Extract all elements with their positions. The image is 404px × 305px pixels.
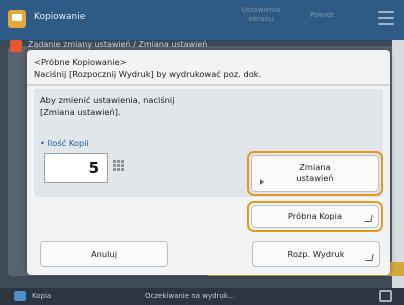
- background-header-text: Żądanie zmiany ustawień / Zmiana ustawie…: [28, 40, 208, 49]
- warning-icon: [10, 40, 22, 52]
- dialog-title-line-1: <Próbne Kopiowanie>: [34, 57, 127, 67]
- dialog-separator: [27, 84, 390, 86]
- corner-icon: [365, 254, 374, 261]
- back-button[interactable]: Powrót: [302, 11, 342, 20]
- start-print-label: Rozp. Wydruk: [287, 249, 345, 259]
- copy-status-icon: [14, 291, 26, 301]
- instruction-line-2: [Zmiana ustawień].: [40, 107, 121, 117]
- start-print-button[interactable]: Rozp. Wydruk: [252, 241, 380, 267]
- screen-settings-label-2: ekranu: [248, 15, 274, 23]
- copies-input[interactable]: 5: [44, 153, 108, 183]
- change-settings-button[interactable]: Zmiana ustawień: [251, 155, 379, 192]
- cancel-label: Anuluj: [90, 249, 118, 259]
- copies-label: • Ilość Kopii: [40, 138, 89, 148]
- dialog-title: <Próbne Kopiowanie> Naciśnij [Rozpocznij…: [34, 56, 374, 80]
- cancel-button[interactable]: Anuluj: [40, 241, 168, 267]
- status-app-label: Kopia: [32, 292, 52, 300]
- change-settings-label-1: Zmiana: [299, 162, 331, 172]
- dialog-title-line-2: Naciśnij [Rozpocznij Wydruk] by wydrukow…: [34, 69, 262, 79]
- app-title: Kopiowanie: [34, 12, 86, 22]
- screen-settings-label-1: Ustawienia: [241, 6, 281, 14]
- instruction-line-1: Aby zmienić ustawienia, naciśnij: [40, 95, 175, 105]
- keypad-icon[interactable]: [113, 160, 125, 172]
- status-message: Oczekiwanie na wydruk...: [145, 292, 235, 300]
- sample-copy-label: Próbna Kopia: [287, 211, 343, 221]
- status-monitor-icon[interactable]: [379, 290, 392, 302]
- copies-value: 5: [88, 159, 99, 177]
- copy-app-icon: [8, 10, 26, 28]
- menu-icon[interactable]: [378, 11, 394, 25]
- arrow-icon: [260, 179, 264, 185]
- background-edge: [392, 40, 404, 290]
- sample-copy-button[interactable]: Próbna Kopia: [251, 205, 379, 228]
- screen-settings-button[interactable]: Ustawienia ekranu: [232, 6, 290, 24]
- change-settings-label-2: ustawień: [296, 173, 334, 183]
- corner-icon: [364, 215, 373, 222]
- instruction-text: Aby zmienić ustawienia, naciśnij [Zmiana…: [40, 94, 175, 118]
